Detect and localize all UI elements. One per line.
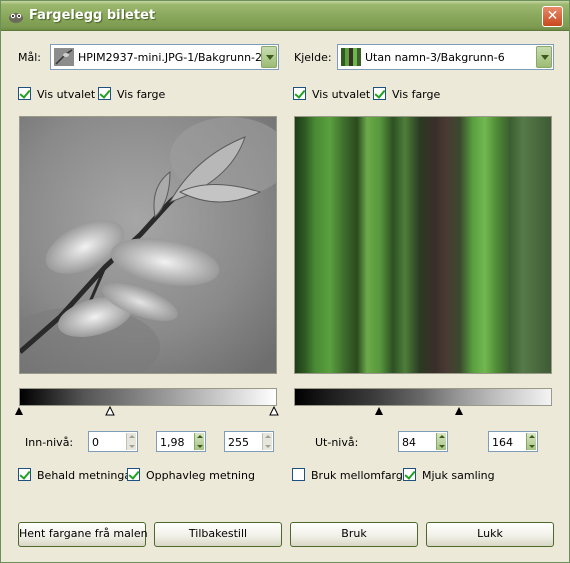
target-image-name: HPIM2937-mini.JPG-1/Bakgrunn-2 <box>78 51 263 64</box>
use-subcolors-checkbox[interactable] <box>292 468 305 481</box>
target-show-color-label: Vis farge <box>117 88 166 101</box>
output-levels-label: Ut-nivå: <box>315 436 359 449</box>
window-title: Fargelegg biletet <box>29 8 156 23</box>
target-show-selection-checkbox[interactable] <box>18 87 31 100</box>
target-label: Mål: <box>18 51 41 64</box>
output-low-value: 84 <box>402 436 416 449</box>
input-low-value: 0 <box>92 436 99 449</box>
input-gamma-stepper[interactable] <box>194 433 204 450</box>
source-label: Kjelde: <box>294 51 332 64</box>
output-low-handle[interactable] <box>375 407 383 415</box>
input-gamma-field[interactable]: 1,98 <box>156 431 206 452</box>
source-show-color-checkbox[interactable] <box>373 87 386 100</box>
output-high-stepper[interactable] <box>526 433 536 450</box>
output-high-value: 164 <box>492 436 513 449</box>
reset-button[interactable]: Tilbakestill <box>154 522 282 547</box>
source-image-name: Utan namn-3/Bakgrunn-6 <box>365 51 505 64</box>
target-preview-image <box>20 117 276 373</box>
target-preview <box>19 116 277 374</box>
output-high-handle[interactable] <box>455 407 463 415</box>
chevron-down-icon[interactable] <box>261 46 277 68</box>
input-high-stepper[interactable] <box>262 433 272 450</box>
source-stripes <box>295 117 551 373</box>
output-low-stepper[interactable] <box>436 433 446 450</box>
original-saturation-checkbox[interactable] <box>127 468 140 481</box>
use-subcolors-label: Bruk mellomfarger <box>311 469 415 482</box>
source-thumbnail <box>341 48 361 66</box>
smooth-samples-checkbox[interactable] <box>403 468 416 481</box>
input-high-field[interactable]: 255 <box>224 431 274 452</box>
original-saturation-label: Opphavleg metning <box>146 469 255 482</box>
input-high-value: 255 <box>228 436 249 449</box>
apply-button[interactable]: Bruk <box>290 522 418 547</box>
output-levels-gradient[interactable] <box>294 388 552 406</box>
keep-saturation-label: Behald metninga <box>37 469 132 482</box>
source-show-color-label: Vis farge <box>392 88 441 101</box>
title-bar[interactable]: Fargelegg biletet ✕ <box>1 1 569 31</box>
chevron-down-icon[interactable] <box>536 46 552 68</box>
output-high-field[interactable]: 164 <box>488 431 538 452</box>
input-levels-label: Inn-nivå: <box>25 436 74 449</box>
gimp-wilber-icon <box>9 13 23 23</box>
source-preview <box>294 116 552 374</box>
output-low-field[interactable]: 84 <box>398 431 448 452</box>
input-levels-gradient[interactable] <box>19 388 277 406</box>
keep-saturation-checkbox[interactable] <box>18 468 31 481</box>
target-image-select[interactable]: HPIM2937-mini.JPG-1/Bakgrunn-2 <box>50 44 279 70</box>
input-low-stepper[interactable] <box>126 433 136 450</box>
source-image-select[interactable]: Utan namn-3/Bakgrunn-6 <box>337 44 554 70</box>
target-thumbnail <box>54 48 74 66</box>
target-show-color-checkbox[interactable] <box>98 87 111 100</box>
input-gamma-handle[interactable] <box>105 405 115 416</box>
input-high-handle[interactable] <box>269 405 279 416</box>
colorize-dialog: Fargelegg biletet ✕ Mål: HPIM2937-mini.J… <box>0 0 570 563</box>
close-icon[interactable]: ✕ <box>542 6 563 27</box>
input-low-field[interactable]: 0 <box>88 431 138 452</box>
output-levels-handles <box>375 407 463 415</box>
input-low-handle[interactable] <box>15 407 23 415</box>
close-button[interactable]: Lukk <box>426 522 554 547</box>
input-levels-handles <box>15 405 279 416</box>
input-gamma-value: 1,98 <box>160 436 185 449</box>
target-show-selection-label: Vis utvalet <box>37 88 96 101</box>
source-show-selection-label: Vis utvalet <box>312 88 371 101</box>
source-show-selection-checkbox[interactable] <box>293 87 306 100</box>
get-colors-button[interactable]: Hent fargane frå malen <box>18 522 148 547</box>
smooth-samples-label: Mjuk samling <box>422 469 495 482</box>
